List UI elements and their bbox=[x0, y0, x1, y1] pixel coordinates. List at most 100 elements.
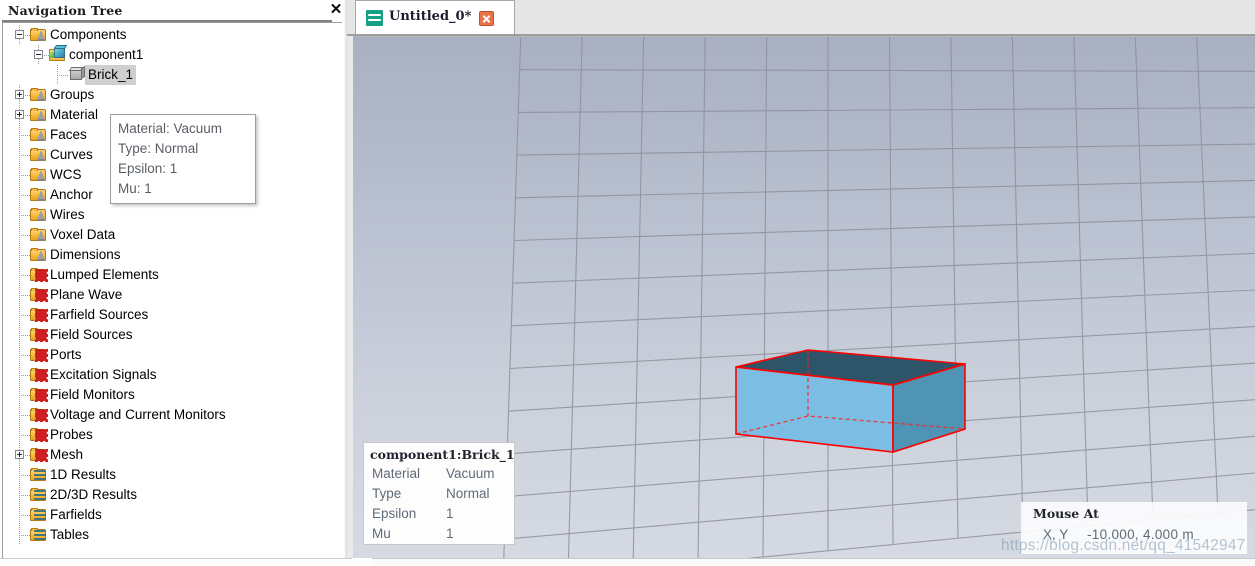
object-info-row: Type Normal bbox=[370, 484, 514, 504]
tree-item-label: Groups bbox=[50, 87, 95, 102]
wave-document-icon bbox=[366, 10, 383, 26]
tree-guide-horizontal bbox=[19, 415, 30, 416]
tree-scroll-area[interactable]: Components component1 Brick_1 Groups Materia… bbox=[2, 22, 342, 564]
tree-item-lumped-elements[interactable]: Lumped Elements bbox=[3, 265, 342, 285]
folder-gear-icon bbox=[30, 347, 48, 362]
tooltip-line: Type: Normal bbox=[118, 141, 199, 156]
tree-item-label: 1D Results bbox=[50, 467, 117, 482]
tree-guide-horizontal bbox=[57, 75, 68, 76]
tree-item-voltage-and-current-monitors[interactable]: Voltage and Current Monitors bbox=[3, 405, 342, 425]
tree-item-label: Faces bbox=[50, 127, 87, 142]
tree-item-component1[interactable]: component1 bbox=[3, 45, 342, 65]
tree-guide-horizontal bbox=[19, 515, 30, 516]
tab-strip: Untitled_0* bbox=[347, 0, 1255, 36]
tree-item-farfields[interactable]: Farfields bbox=[3, 505, 342, 525]
tree-item-farfield-sources[interactable]: Farfield Sources bbox=[3, 305, 342, 325]
tree-item-mesh[interactable]: Mesh bbox=[3, 445, 342, 465]
tree-item-probes[interactable]: Probes bbox=[3, 425, 342, 445]
folder-shape-icon bbox=[30, 107, 47, 122]
object-info-value: 1 bbox=[446, 526, 454, 541]
tree-item-label: 2D/3D Results bbox=[50, 487, 138, 502]
tree-item-1d-results[interactable]: 1D Results bbox=[3, 465, 342, 485]
tree-item-label: Voxel Data bbox=[50, 227, 116, 242]
folder-results-icon bbox=[30, 507, 47, 522]
object-info-key: Epsilon bbox=[372, 506, 417, 521]
navigation-tree: Components component1 Brick_1 Groups Materia… bbox=[3, 25, 342, 545]
tree-guide-horizontal bbox=[19, 315, 30, 316]
folder-shape-icon bbox=[30, 167, 47, 182]
tree-item-label: WCS bbox=[50, 167, 82, 182]
tree-guide-horizontal bbox=[19, 235, 30, 236]
folder-shape-icon bbox=[30, 207, 47, 222]
folder-results-icon bbox=[30, 467, 47, 482]
tooltip-line: Material: Vacuum bbox=[118, 121, 223, 136]
material-tooltip: Material: Vacuum Type: Normal Epsilon: 1 Mu… bbox=[110, 114, 256, 204]
expand-icon[interactable] bbox=[15, 110, 24, 119]
tree-item-excitation-signals[interactable]: Excitation Signals bbox=[3, 365, 342, 385]
object-info-row: Epsilon 1 bbox=[370, 504, 514, 524]
tree-item-label: Field Sources bbox=[50, 327, 133, 342]
tree-guide-horizontal bbox=[19, 195, 30, 196]
tree-guide-horizontal bbox=[19, 395, 30, 396]
folder-shape-icon bbox=[30, 187, 47, 202]
object-info-key: Mu bbox=[372, 526, 391, 541]
folder-gear-icon bbox=[30, 447, 48, 462]
page-title: Navigation Tree bbox=[8, 3, 123, 18]
mouse-at-row: X, Y -10.000, 4.000 m bbox=[1027, 524, 1247, 546]
tree-item-field-monitors[interactable]: Field Monitors bbox=[3, 385, 342, 405]
folder-shape-icon bbox=[30, 127, 47, 142]
mouse-at-value: -10.000, 4.000 m bbox=[1087, 527, 1194, 542]
tree-item-field-sources[interactable]: Field Sources bbox=[3, 325, 342, 345]
close-icon[interactable] bbox=[479, 11, 494, 26]
tree-item-wires[interactable]: Wires bbox=[3, 205, 342, 225]
folder-results-icon bbox=[30, 487, 47, 502]
component-icon bbox=[49, 47, 66, 62]
tree-item-label: component1 bbox=[69, 47, 144, 62]
3d-viewport[interactable]: component1:Brick_1 Material Vacuum Type Nor… bbox=[353, 36, 1255, 566]
bottom-strip-left bbox=[0, 558, 352, 566]
tree-item-label: Lumped Elements bbox=[50, 267, 159, 282]
tree-item-2d-3d-results[interactable]: 2D/3D Results bbox=[3, 485, 342, 505]
object-info-row: Mu 1 bbox=[370, 524, 514, 544]
tree-guide-horizontal bbox=[19, 495, 30, 496]
folder-shape-icon bbox=[30, 27, 47, 42]
bottom-strip-right bbox=[372, 558, 1255, 566]
tree-guide-horizontal bbox=[19, 295, 30, 296]
mouse-at-title: Mouse At bbox=[1033, 506, 1099, 521]
object-info-key: Material bbox=[372, 466, 421, 481]
expand-icon[interactable] bbox=[15, 90, 24, 99]
tree-item-label: Dimensions bbox=[50, 247, 121, 262]
tree-item-tables[interactable]: Tables bbox=[3, 525, 342, 545]
tree-item-label: Tables bbox=[50, 527, 90, 542]
tree-item-dimensions[interactable]: Dimensions bbox=[3, 245, 342, 265]
folder-shape-icon bbox=[30, 247, 47, 262]
bottom-strip bbox=[0, 558, 1255, 566]
tree-guide-horizontal bbox=[19, 335, 30, 336]
object-info-box: component1:Brick_1 Material Vacuum Type Nor… bbox=[363, 442, 515, 545]
mouse-at-box: Mouse At X, Y -10.000, 4.000 m bbox=[1021, 502, 1247, 554]
folder-gear-icon bbox=[30, 327, 48, 342]
tree-item-label: Wires bbox=[50, 207, 85, 222]
tree-guide-horizontal bbox=[19, 475, 30, 476]
tab-untitled-0[interactable]: Untitled_0* bbox=[355, 0, 515, 34]
tree-guide-horizontal bbox=[19, 255, 30, 256]
tree-item-ports[interactable]: Ports bbox=[3, 345, 342, 365]
tree-guide-horizontal bbox=[19, 135, 30, 136]
tree-item-label: Farfields bbox=[50, 507, 102, 522]
tree-item-label: Farfield Sources bbox=[50, 307, 149, 322]
tree-item-groups[interactable]: Groups bbox=[3, 85, 342, 105]
tree-guide-horizontal bbox=[19, 535, 30, 536]
tree-guide-horizontal bbox=[19, 215, 30, 216]
collapse-icon[interactable] bbox=[34, 50, 43, 59]
object-info-rows: Material Vacuum Type Normal Epsilon 1 Mu 1 bbox=[370, 464, 514, 544]
tree-item-plane-wave[interactable]: Plane Wave bbox=[3, 285, 342, 305]
tree-item-components[interactable]: Components bbox=[3, 25, 342, 45]
expand-icon[interactable] bbox=[15, 450, 24, 459]
tree-guide-horizontal bbox=[19, 435, 30, 436]
tree-guide-horizontal bbox=[19, 355, 30, 356]
close-icon[interactable]: ✕ bbox=[328, 2, 344, 18]
tree-item-brick-1[interactable]: Brick_1 bbox=[3, 65, 342, 85]
tree-item-label: Curves bbox=[50, 147, 93, 162]
tree-item-voxel-data[interactable]: Voxel Data bbox=[3, 225, 342, 245]
collapse-icon[interactable] bbox=[15, 30, 24, 39]
